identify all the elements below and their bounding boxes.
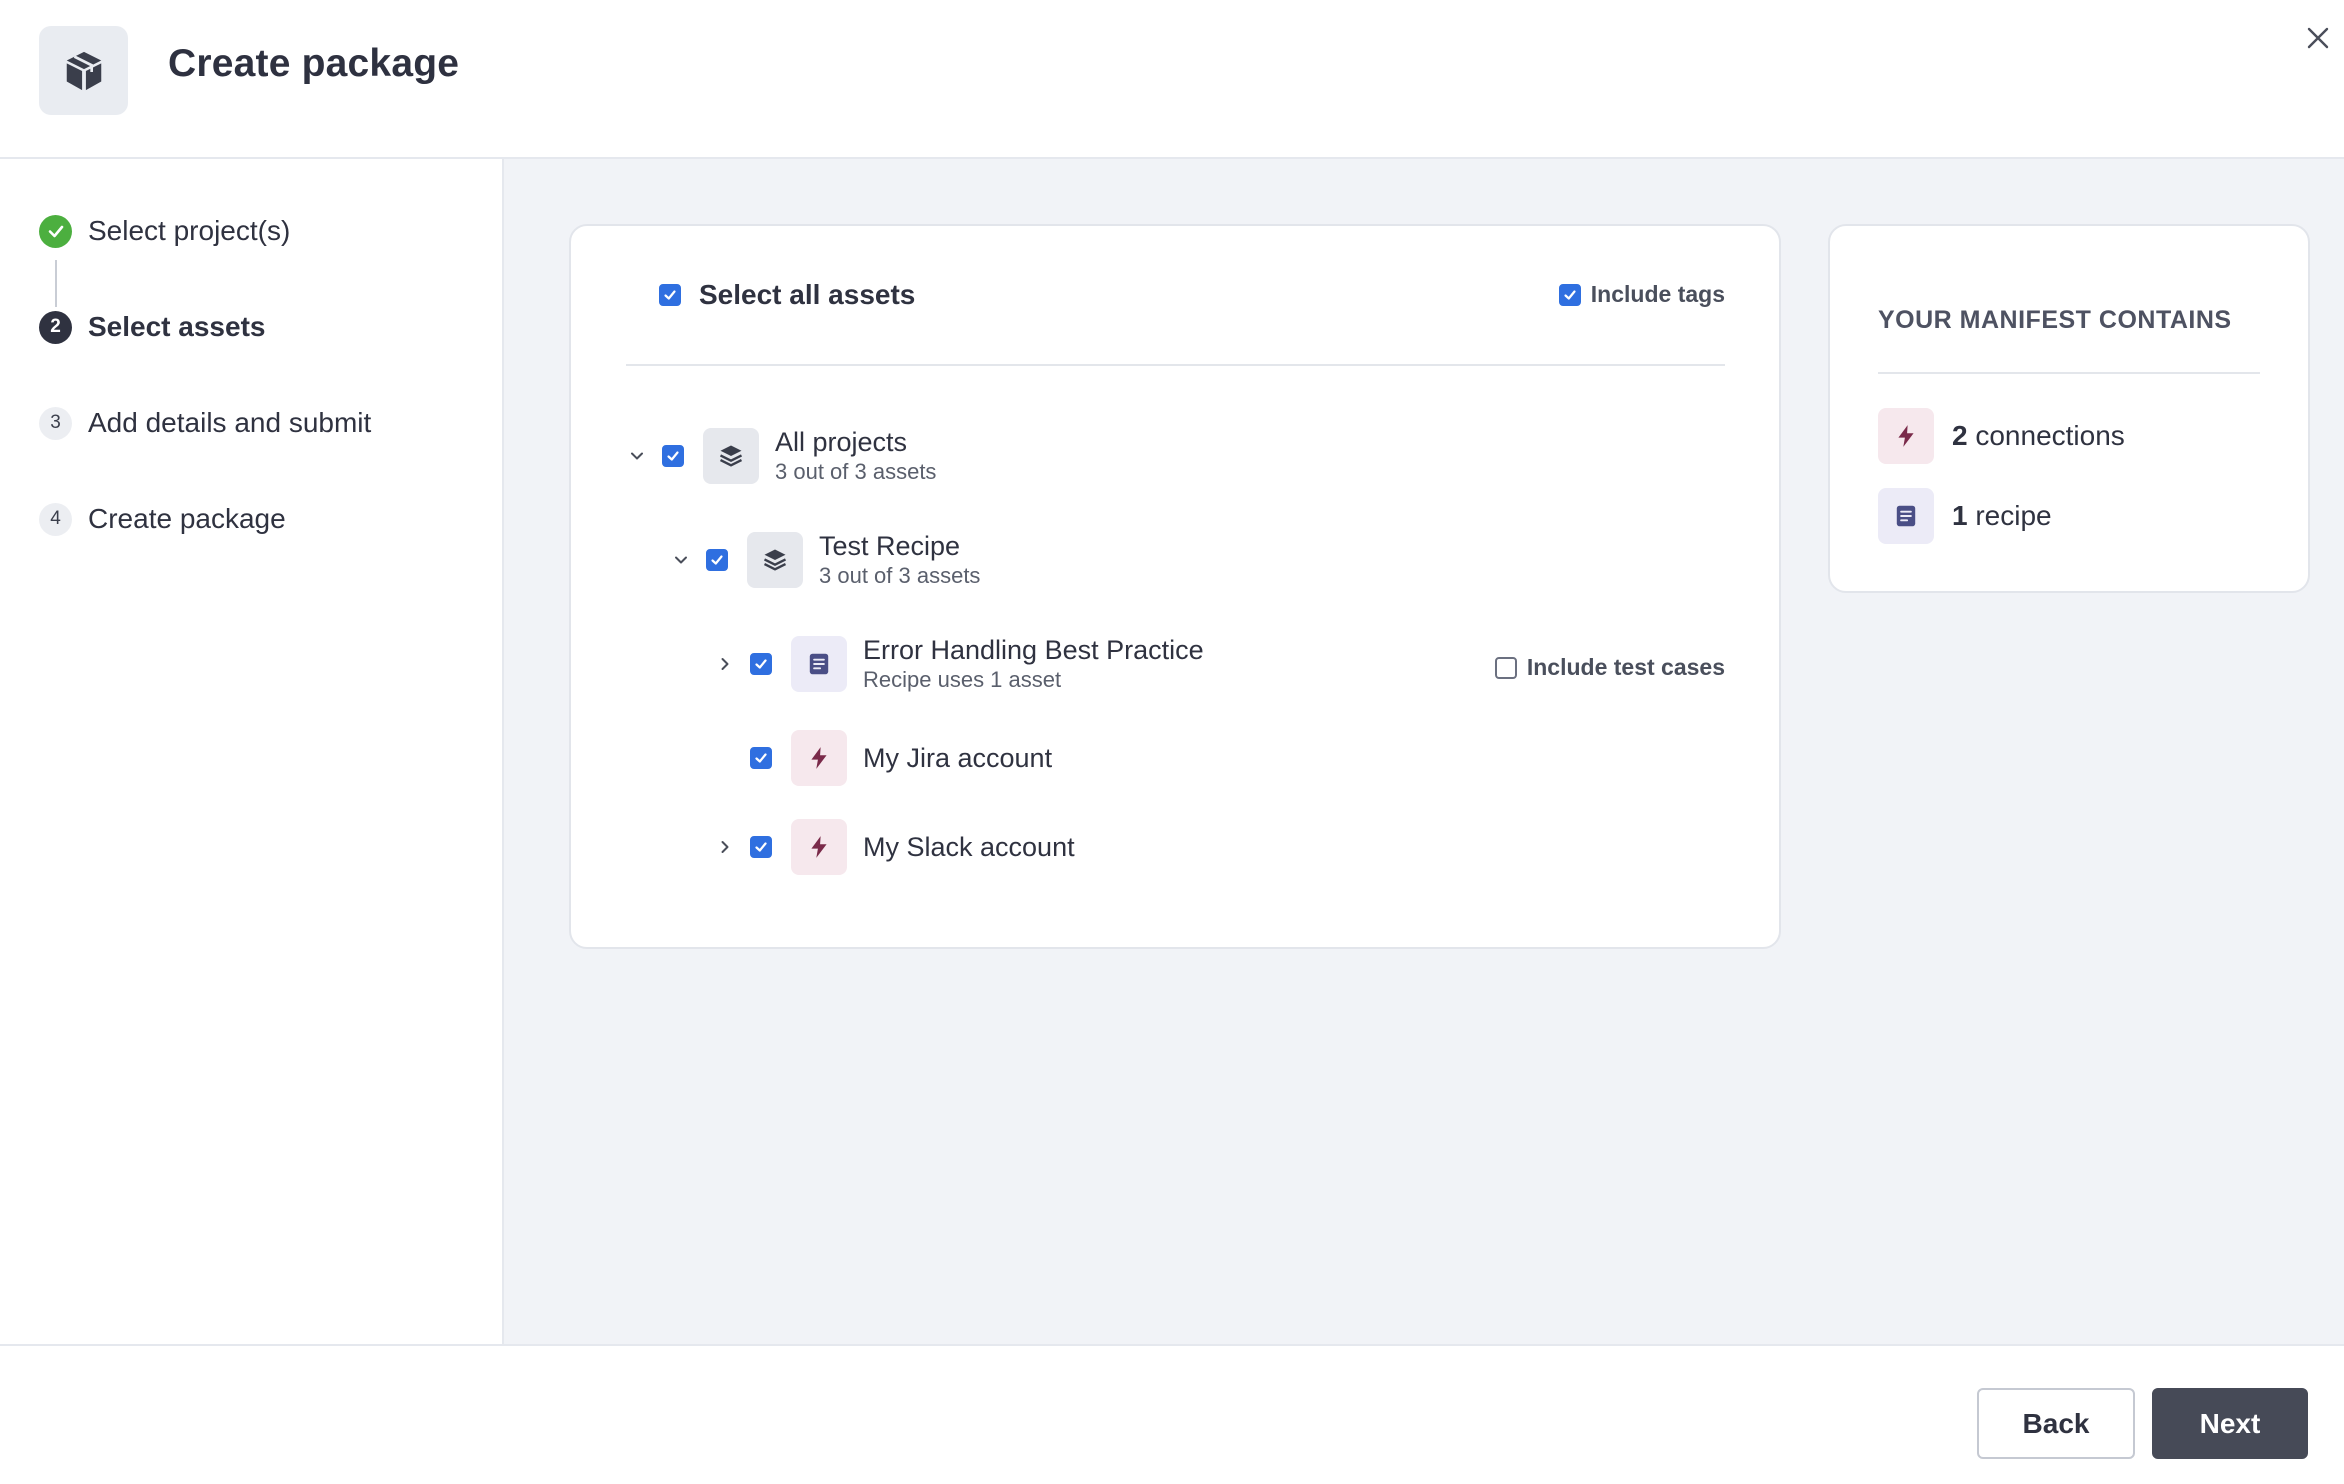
step-select-assets[interactable]: 2 Select assets [39, 307, 265, 347]
chevron-down-icon[interactable] [626, 445, 648, 467]
include-test-cases-checkbox[interactable] [1494, 656, 1517, 679]
tree-row-jira-account: My Jira account [714, 721, 1052, 795]
lightning-icon [791, 730, 847, 786]
row-checkbox[interactable] [750, 747, 772, 769]
manifest-item-connections: 2 connections [1878, 408, 2125, 464]
manifest-label: recipe [1975, 500, 2052, 531]
row-checkbox[interactable] [750, 836, 772, 858]
back-button[interactable]: Back [1977, 1388, 2135, 1459]
chevron-right-icon[interactable] [714, 653, 736, 675]
step-add-details[interactable]: 3 Add details and submit [39, 403, 371, 443]
step-create-package[interactable]: 4 Create package [39, 499, 286, 539]
divider [626, 364, 1725, 366]
manifest-card: YOUR MANIFEST CONTAINS 2 connections 1 r… [1828, 224, 2310, 593]
assets-card: Select all assets Include tags All proje… [569, 224, 1781, 949]
stack-icon [703, 428, 759, 484]
step-number: 4 [39, 502, 72, 536]
recipe-icon [1878, 488, 1934, 544]
include-tags-option[interactable]: Include tags [1558, 281, 1725, 308]
include-test-cases-option[interactable]: Include test cases [1494, 654, 1725, 681]
tree-row-slack-account: My Slack account [714, 810, 1075, 884]
manifest-title: YOUR MANIFEST CONTAINS [1878, 306, 2232, 334]
manifest-item-recipe: 1 recipe [1878, 488, 2052, 544]
checkmark-icon [39, 214, 72, 248]
manifest-label: connections [1975, 420, 2125, 451]
next-button[interactable]: Next [2152, 1388, 2308, 1459]
chevron-right-icon[interactable] [714, 836, 736, 858]
include-test-cases-label: Include test cases [1526, 654, 1725, 680]
step-number: 3 [39, 406, 72, 440]
include-tags-checkbox[interactable] [1558, 283, 1581, 306]
row-checkbox[interactable] [662, 445, 684, 467]
divider [1878, 372, 2260, 374]
stack-icon [747, 532, 803, 588]
lightning-icon [791, 819, 847, 875]
asset-name: My Jira account [863, 743, 1053, 773]
chevron-down-icon[interactable] [670, 549, 692, 571]
select-all-assets[interactable]: Select all assets [659, 279, 915, 311]
page-title: Create package [168, 42, 460, 85]
step-label: Select assets [88, 311, 266, 342]
row-checkbox[interactable] [706, 549, 728, 571]
step-label: Add details and submit [88, 407, 372, 438]
main-content: Select all assets Include tags All proje… [504, 159, 2344, 1344]
asset-name: Test Recipe [819, 531, 961, 561]
step-label: Select project(s) [88, 215, 291, 246]
include-tags-label: Include tags [1590, 281, 1725, 307]
dialog-header: Create package [0, 0, 2344, 159]
recipe-icon [791, 636, 847, 692]
asset-name: Error Handling Best Practice [863, 635, 1204, 665]
lightning-icon [1878, 408, 1934, 464]
tree-row-all-projects: All projects 3 out of 3 assets [626, 419, 936, 493]
asset-name: My Slack account [863, 832, 1075, 862]
close-icon[interactable] [2301, 21, 2335, 55]
step-select-projects[interactable]: Select project(s) [39, 211, 290, 251]
select-all-checkbox[interactable] [659, 284, 681, 306]
row-checkbox[interactable] [750, 653, 772, 675]
manifest-count: 1 [1952, 500, 1968, 531]
dialog-footer: Back Next [0, 1344, 2344, 1484]
stepper-sidebar: Select project(s) 2 Select assets 3 Add … [0, 159, 504, 1344]
asset-subtitle: 3 out of 3 assets [775, 459, 937, 484]
asset-subtitle: 3 out of 3 assets [819, 563, 981, 588]
asset-name: All projects [775, 427, 908, 457]
step-label: Create package [88, 503, 286, 534]
package-icon [39, 26, 128, 115]
select-all-label: Select all assets [699, 279, 916, 310]
tree-row-error-handling: Error Handling Best Practice Recipe uses… [714, 627, 1204, 701]
tree-row-test-recipe: Test Recipe 3 out of 3 assets [670, 523, 980, 597]
step-connector [55, 260, 57, 307]
manifest-count: 2 [1952, 420, 1968, 451]
asset-subtitle: Recipe uses 1 asset [863, 667, 1062, 692]
step-number: 2 [39, 310, 72, 344]
